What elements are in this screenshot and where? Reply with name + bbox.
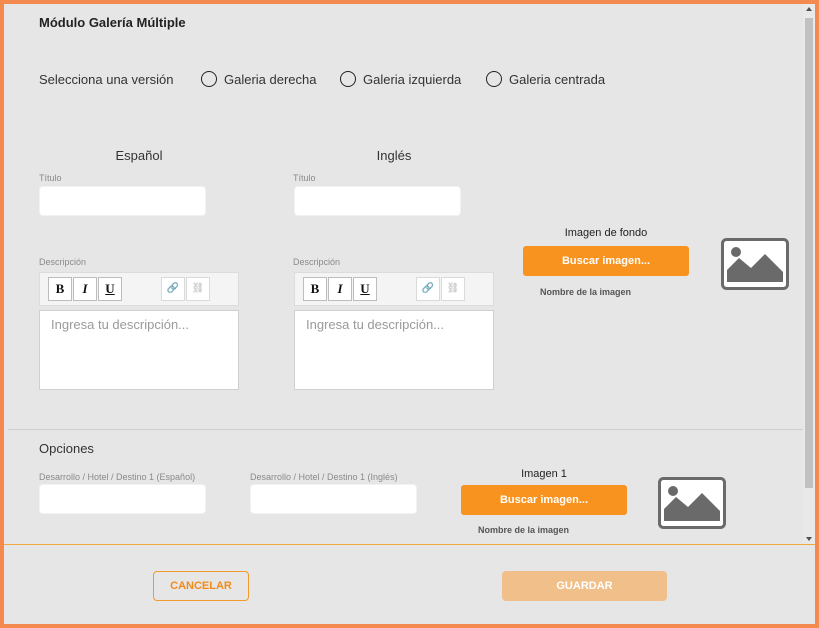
image-placeholder-icon	[658, 477, 726, 529]
underline-button[interactable]: U	[353, 277, 377, 301]
radio-circle[interactable]	[340, 71, 356, 87]
scroll-up-icon[interactable]	[806, 7, 812, 11]
unlink-icon[interactable]: ⛓	[441, 277, 465, 301]
footer-divider	[4, 544, 815, 545]
english-editor-toolbar: B I U 🔗 ⛓	[294, 272, 494, 306]
italic-button[interactable]: I	[73, 277, 97, 301]
english-description-label: Descripción	[293, 257, 341, 267]
radio-label: Galeria centrada	[509, 71, 606, 87]
radio-galeria-centrada[interactable]: Galeria centrada	[486, 71, 605, 87]
scroll-down-icon[interactable]	[806, 537, 812, 541]
spanish-description-label: Descripción	[39, 257, 87, 267]
radio-label: Galeria izquierda	[363, 71, 462, 87]
background-image-search-button[interactable]: Buscar imagen...	[523, 246, 689, 276]
options-field-en-label: Desarrollo / Hotel / Destino 1 (Inglés)	[250, 472, 398, 482]
options-field-es-label: Desarrollo / Hotel / Destino 1 (Español)	[39, 472, 196, 482]
link-icon[interactable]: 🔗	[416, 277, 440, 301]
save-button[interactable]: GUARDAR	[502, 571, 667, 601]
image-1-search-button[interactable]: Buscar imagen...	[461, 485, 627, 515]
options-field-en-input[interactable]	[250, 484, 417, 514]
image-1-title: Imagen 1	[521, 468, 567, 480]
spanish-title-label: Título	[39, 173, 62, 183]
image-1-filename: Nombre de la imagen	[478, 525, 570, 535]
bold-button[interactable]: B	[48, 277, 72, 301]
unlink-icon[interactable]: ⛓	[186, 277, 210, 301]
spanish-title-input[interactable]	[39, 186, 206, 216]
background-image-filename: Nombre de la imagen	[540, 287, 632, 297]
radio-circle[interactable]	[201, 71, 217, 87]
italic-button[interactable]: I	[328, 277, 352, 301]
cancel-button[interactable]: CANCELAR	[153, 571, 249, 601]
bold-button[interactable]: B	[303, 277, 327, 301]
english-description-editor[interactable]: Ingresa tu descripción...	[294, 310, 494, 390]
radio-circle[interactable]	[486, 71, 502, 87]
english-title-label: Título	[293, 173, 316, 183]
modal-scroll-area[interactable]: Módulo Galería Múltiple Selecciona una v…	[4, 4, 815, 544]
options-field-es-input[interactable]	[39, 484, 206, 514]
spanish-description-editor[interactable]: Ingresa tu descripción...	[39, 310, 239, 390]
spanish-editor-toolbar: B I U 🔗 ⛓	[39, 272, 239, 306]
spanish-heading: Español	[115, 148, 163, 163]
english-title-input[interactable]	[294, 186, 461, 216]
section-divider	[8, 429, 808, 430]
radio-galeria-izquierda[interactable]: Galeria izquierda	[340, 71, 461, 87]
scrollbar-thumb[interactable]	[805, 18, 813, 488]
english-heading: Inglés	[376, 148, 412, 163]
background-image-title: Imagen de fondo	[564, 227, 648, 239]
version-label: Selecciona una versión	[39, 72, 174, 87]
radio-galeria-derecha[interactable]: Galeria derecha	[201, 71, 317, 87]
radio-label: Galeria derecha	[224, 71, 317, 87]
options-heading: Opciones	[39, 441, 94, 456]
modal-title: Módulo Galería Múltiple	[39, 15, 186, 30]
underline-button[interactable]: U	[98, 277, 122, 301]
link-icon[interactable]: 🔗	[161, 277, 185, 301]
gallery-module-modal: Módulo Galería Múltiple Selecciona una v…	[0, 0, 819, 628]
image-placeholder-icon	[721, 238, 789, 290]
vertical-scrollbar[interactable]	[803, 4, 815, 544]
